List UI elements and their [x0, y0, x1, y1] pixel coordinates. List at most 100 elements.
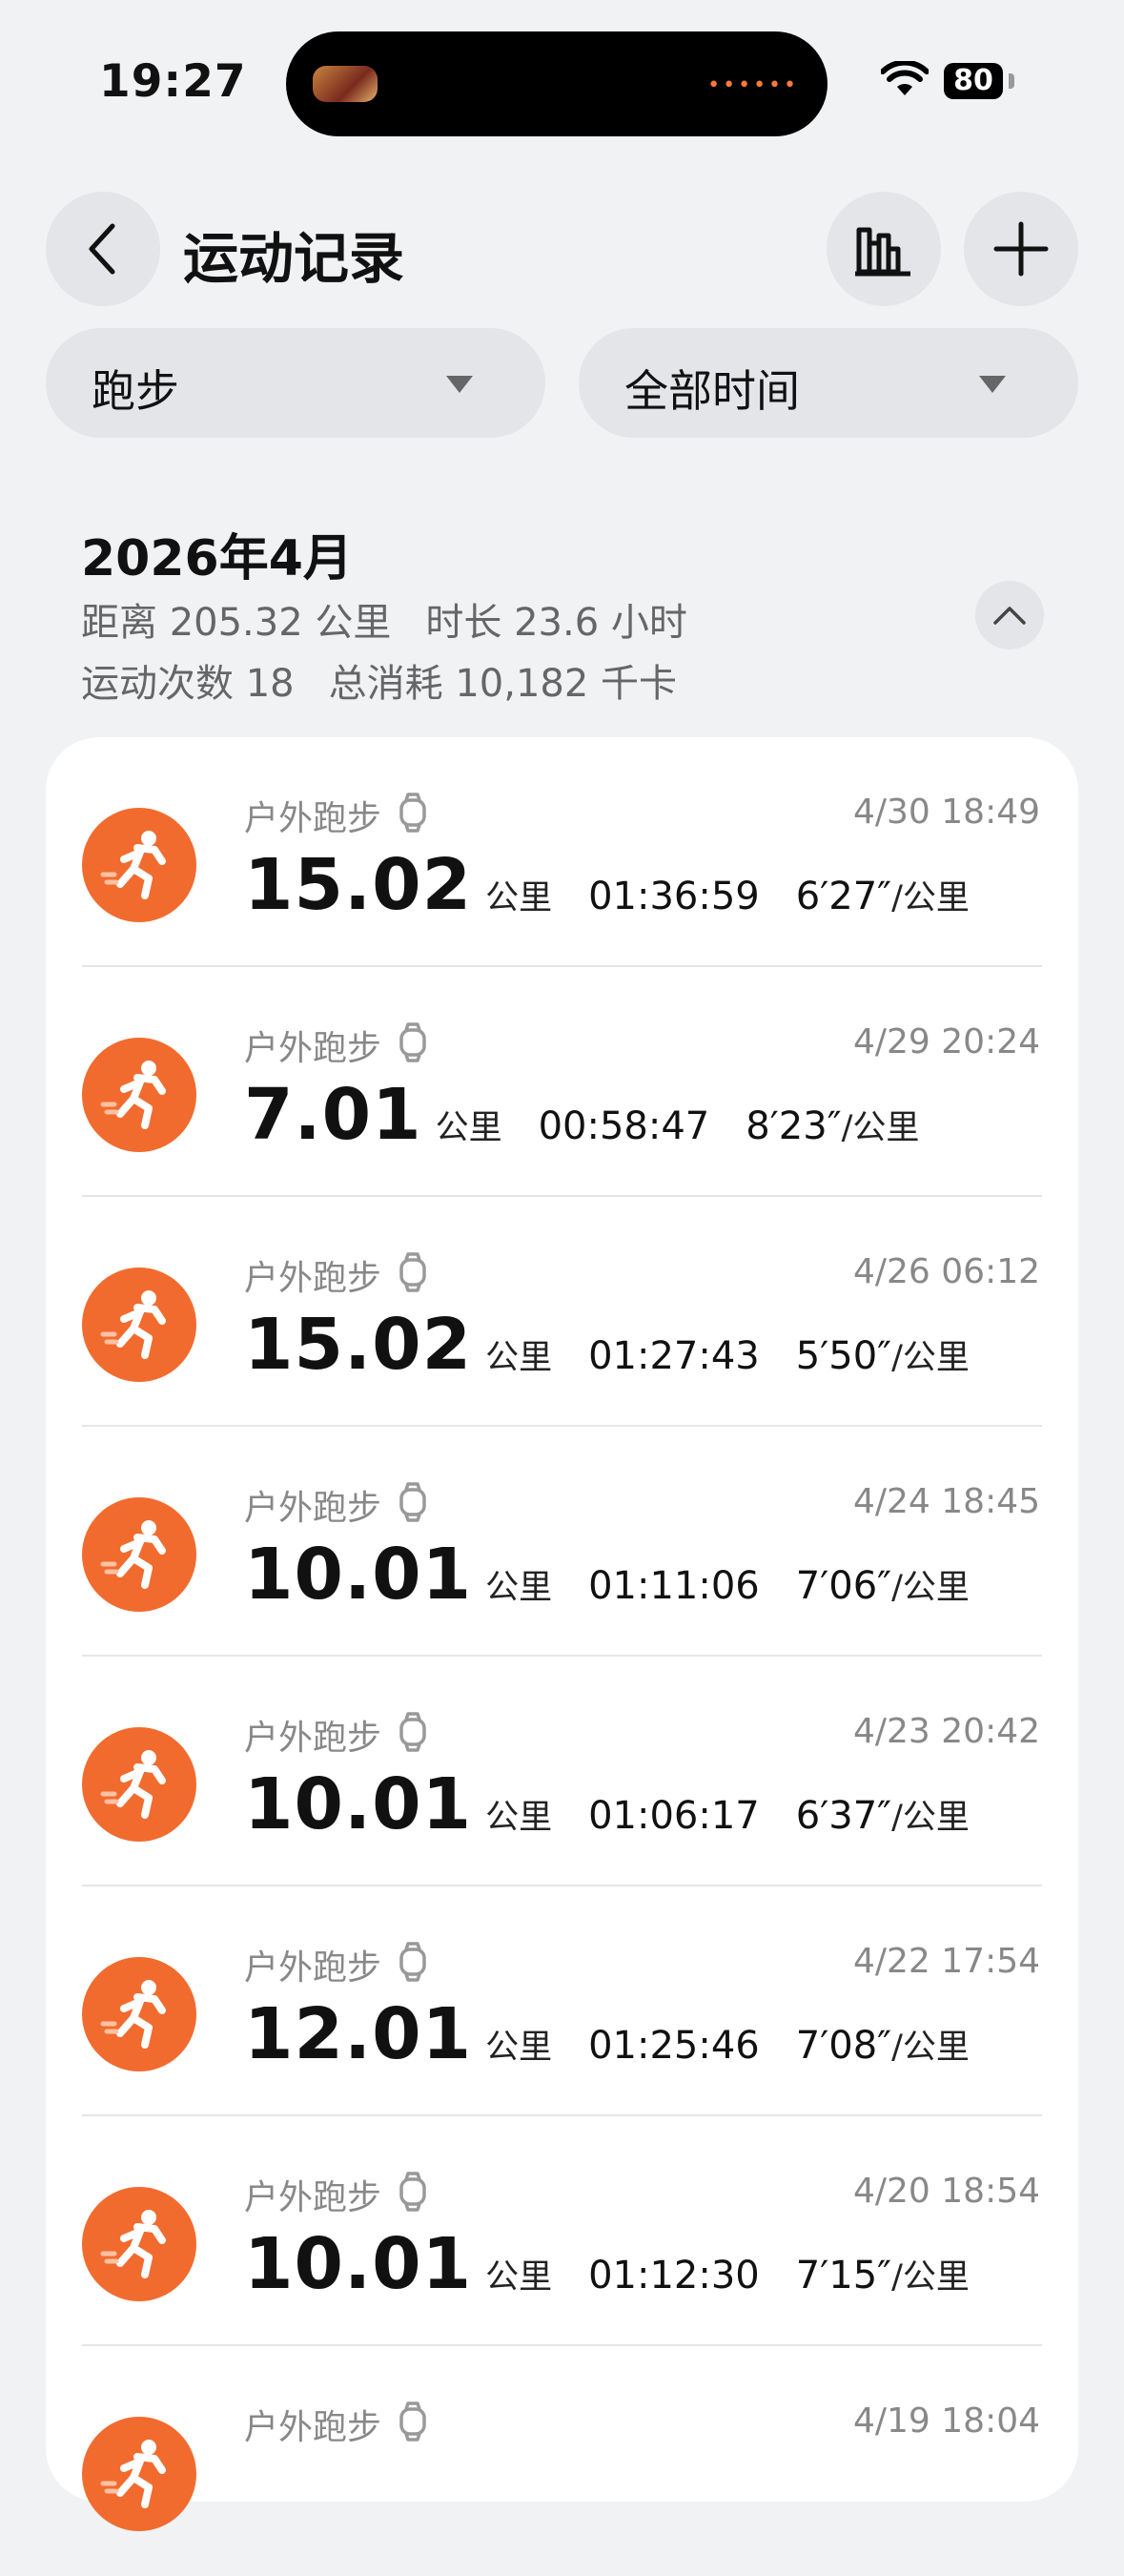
battery-tip	[1009, 73, 1014, 89]
record-date: 4/22 17:54	[852, 1942, 1040, 1981]
record-date: 4/20 18:54	[852, 2172, 1040, 2211]
sport-filter-label: 跑步	[92, 365, 179, 417]
record-type: 户外跑步	[244, 799, 382, 838]
record-date: 4/29 20:24	[852, 1022, 1040, 1061]
audio-wave-icon: ••••••	[707, 73, 799, 97]
record-stats: 10.01 公里 01:11:06 7′06″/公里	[244, 1534, 970, 1616]
record-date: 4/26 06:12	[852, 1252, 1040, 1291]
record-row[interactable]: 户外跑步 4/20 18:54 10.01 公里 01:12:30 7′15″ /…	[46, 2116, 1078, 2346]
watch-icon	[399, 1942, 426, 1982]
statistics-button[interactable]	[827, 192, 941, 306]
running-person-icon	[82, 808, 196, 922]
page-title: 运动记录	[183, 226, 405, 291]
record-row[interactable]: 户外跑步 4/22 17:54 12.01 公里 01:25:46 7′08″ /…	[46, 1886, 1078, 2116]
plus-icon	[993, 221, 1049, 277]
collapse-month-button[interactable]	[975, 581, 1044, 649]
sport-filter-dropdown[interactable]: 跑步	[46, 328, 545, 438]
chevron-left-icon	[89, 223, 115, 275]
month-summary-line-2: 运动次数 18 总消耗 10,182 千卡	[81, 652, 677, 708]
record-pace-unit: /公里	[891, 879, 970, 917]
watch-icon	[399, 1252, 426, 1292]
record-stats: 10.01 公里 01:06:17 6′37″/公里	[244, 1763, 970, 1845]
record-stats: 7.01 公里 00:58:47 8′23″/公里	[244, 1074, 919, 1156]
time-filter-label: 全部时间	[624, 365, 800, 417]
record-distance: 10.01	[244, 2223, 473, 2305]
record-row[interactable]: 户外跑步 4/19 18:04	[46, 2346, 1078, 2576]
record-duration: 01:36:59	[588, 875, 760, 918]
battery-icon: 80	[944, 63, 1003, 99]
watch-icon	[399, 1022, 426, 1062]
record-stats: 15.02 公里 01:27:43 5′50″/公里	[244, 1304, 970, 1386]
total-calories: 总消耗 10,182 千卡	[328, 662, 678, 706]
record-distance: 7.01	[244, 1074, 422, 1156]
media-thumbnail	[313, 66, 378, 102]
record-date: 4/30 18:49	[852, 793, 1040, 832]
record-distance-unit: 公里	[435, 1109, 502, 1147]
watch-icon	[399, 1482, 426, 1522]
record-duration: 01:12:30	[588, 2254, 760, 2298]
record-distance-unit: 公里	[485, 1799, 553, 1837]
record-stats: 15.02 公里 01:36:59 6′27″/公里	[244, 844, 970, 926]
record-duration: 01:27:43	[588, 1334, 760, 1378]
record-pace-unit: /公里	[841, 1109, 920, 1147]
running-person-icon	[82, 1497, 196, 1612]
caret-down-icon	[979, 376, 1006, 393]
time-filter-dropdown[interactable]: 全部时间	[579, 328, 1078, 438]
record-row[interactable]: 户外跑步 4/26 06:12 15.02 公里 01:27:43 5′50″ /…	[46, 1197, 1078, 1427]
record-type: 户外跑步	[244, 2178, 382, 2217]
record-duration: 01:11:06	[588, 1564, 760, 1608]
record-type: 户外跑步	[244, 1259, 382, 1298]
record-distance-unit: 公里	[485, 2258, 553, 2297]
watch-icon	[399, 793, 426, 833]
record-date: 4/19 18:04	[852, 2401, 1040, 2441]
total-duration: 时长 23.6 小时	[425, 601, 687, 645]
workout-count: 运动次数 18	[81, 662, 295, 706]
record-distance: 15.02	[244, 1304, 473, 1386]
dynamic-island[interactable]: ••••••	[286, 31, 828, 136]
record-distance-unit: 公里	[485, 1569, 553, 1607]
record-distance-unit: 公里	[485, 879, 553, 917]
record-row[interactable]: 户外跑步 4/23 20:42 10.01 公里 01:06:17 6′37″ /…	[46, 1657, 1078, 1886]
record-date: 4/23 20:42	[852, 1712, 1040, 1751]
record-pace-unit: /公里	[891, 1569, 970, 1607]
bar-chart-icon	[855, 227, 910, 277]
month-title: 2026年4月	[81, 530, 353, 587]
record-pace: 8′23″	[746, 1104, 842, 1148]
record-pace: 7′08″	[795, 2024, 892, 2068]
record-type: 户外跑步	[244, 2408, 382, 2447]
add-record-button[interactable]	[964, 192, 1078, 306]
record-row[interactable]: 户外跑步 4/29 20:24 7.01 公里 00:58:47 8′23″/公…	[46, 967, 1078, 1197]
record-pace-unit: /公里	[891, 2258, 970, 2297]
record-stats: 10.01 公里 01:12:30 7′15″/公里	[244, 2223, 970, 2305]
record-distance-unit: 公里	[485, 1339, 553, 1377]
record-stats: 12.01 公里 01:25:46 7′08″/公里	[244, 1993, 970, 2075]
record-pace: 6′37″	[795, 1794, 892, 1838]
record-pace-unit: /公里	[891, 1339, 970, 1377]
chevron-up-icon	[993, 607, 1026, 625]
record-duration: 01:25:46	[588, 2024, 760, 2068]
record-pace-unit: /公里	[891, 1799, 970, 1837]
caret-down-icon	[446, 376, 473, 393]
record-pace: 7′15″	[795, 2254, 892, 2298]
running-person-icon	[82, 1957, 196, 2071]
records-card: 户外跑步 4/30 18:49 15.02 公里 01:36:59 6′27″ /…	[46, 737, 1078, 2531]
record-type: 户外跑步	[244, 1489, 382, 1528]
record-row[interactable]: 户外跑步 4/30 18:49 15.02 公里 01:36:59 6′27″ /…	[46, 737, 1078, 967]
record-row[interactable]: 户外跑步 4/24 18:45 10.01 公里 01:11:06 7′06″ /…	[46, 1427, 1078, 1657]
record-distance: 10.01	[244, 1763, 473, 1845]
watch-icon	[399, 1712, 426, 1752]
running-person-icon	[82, 1267, 196, 1382]
record-type: 户外跑步	[244, 1948, 382, 1988]
record-pace: 7′06″	[795, 1564, 892, 1608]
total-distance: 距离 205.32 公里	[81, 601, 392, 645]
record-distance: 15.02	[244, 844, 473, 926]
wifi-icon	[881, 61, 929, 95]
running-person-icon	[82, 1038, 196, 1152]
record-duration: 00:58:47	[538, 1104, 710, 1148]
record-pace-unit: /公里	[891, 2029, 970, 2067]
back-button[interactable]	[46, 192, 160, 306]
watch-icon	[399, 2401, 426, 2442]
record-pace: 6′27″	[795, 875, 892, 918]
running-person-icon	[82, 1727, 196, 1842]
running-person-icon	[82, 2187, 196, 2301]
